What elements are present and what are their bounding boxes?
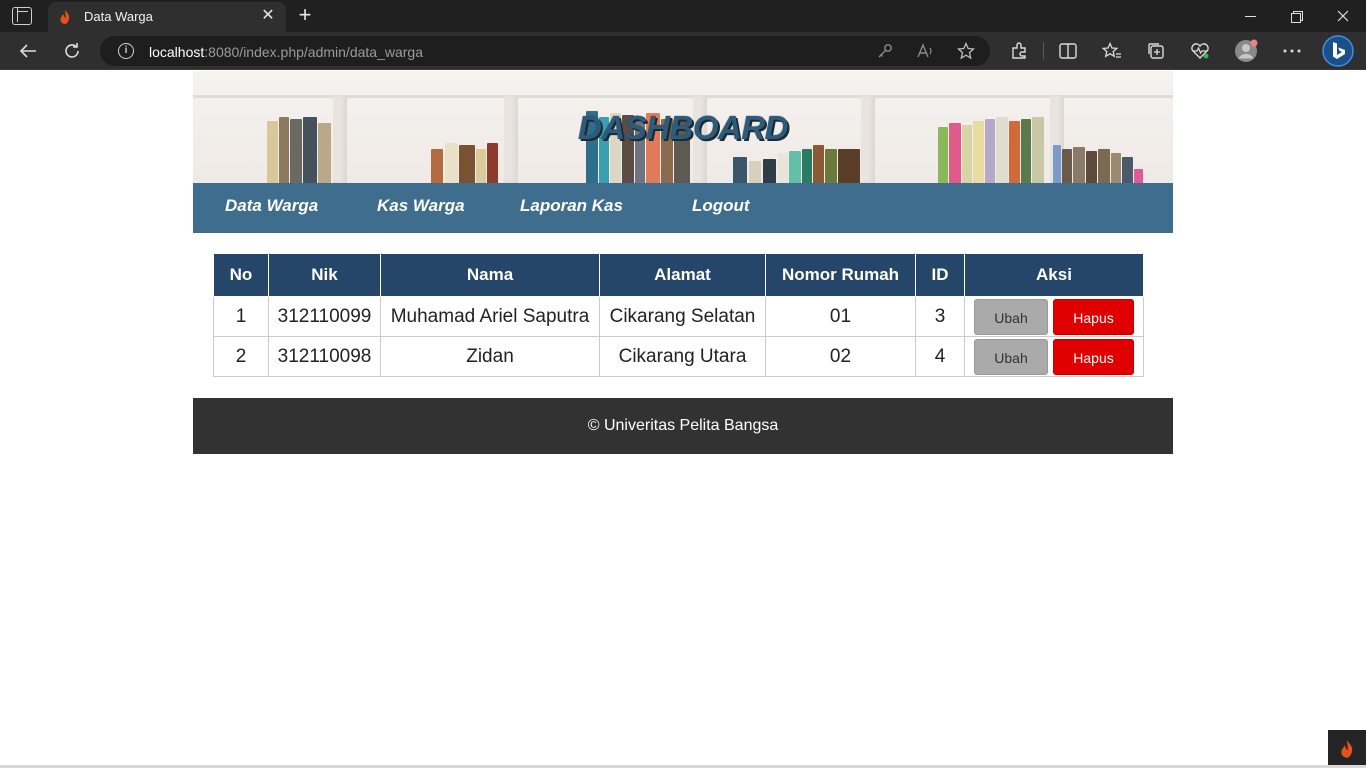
- delete-button[interactable]: Hapus: [1053, 338, 1134, 375]
- site-info-icon[interactable]: i: [118, 43, 134, 59]
- cell-no: 2: [213, 336, 269, 377]
- window-close-button[interactable]: [1320, 0, 1366, 32]
- key-icon[interactable]: [876, 42, 894, 60]
- book-decoration: [445, 143, 458, 183]
- content-container: DASHBOARD Data Warga Kas Warga Laporan K…: [193, 71, 1173, 454]
- back-arrow-icon[interactable]: [16, 39, 40, 63]
- column-header-alamat: Alamat: [599, 253, 766, 297]
- codeigniter-favicon-icon: [60, 10, 70, 24]
- book-decoration: [749, 161, 761, 183]
- close-icon: [1337, 10, 1349, 22]
- window-minimize-button[interactable]: [1228, 0, 1274, 32]
- cell-nik: 312110098: [268, 336, 381, 377]
- address-bar[interactable]: i localhost:8080/index.php/admin/data_wa…: [100, 36, 990, 66]
- collections-icon[interactable]: [1144, 39, 1168, 63]
- book-decoration: [487, 143, 498, 183]
- book-decoration: [825, 149, 837, 183]
- page-viewport: DASHBOARD Data Warga Kas Warga Laporan K…: [0, 71, 1366, 768]
- cell-id: 4: [915, 336, 965, 377]
- codeigniter-debug-toolbar-icon[interactable]: [1328, 730, 1366, 768]
- cell-nama: Zidan: [380, 336, 600, 377]
- nav-link-logout[interactable]: Logout: [692, 196, 750, 216]
- cell-no: 1: [213, 296, 269, 337]
- window-restore-button[interactable]: [1274, 0, 1320, 32]
- split-screen-icon[interactable]: [1056, 39, 1080, 63]
- cell-alamat: Cikarang Utara: [599, 336, 766, 377]
- cell-id: 3: [915, 296, 965, 337]
- column-header-id: ID: [915, 253, 965, 297]
- table-header-row: No Nik Nama Alamat Nomor Rumah ID Aksi: [213, 253, 1144, 297]
- book-decoration: [838, 149, 860, 183]
- performance-heart-icon[interactable]: [1188, 39, 1212, 63]
- cell-nomor-rumah: 02: [765, 336, 916, 377]
- book-decoration: [1134, 169, 1143, 183]
- cell-nama: Muhamad Ariel Saputra: [380, 296, 600, 337]
- nav-link-laporan-kas[interactable]: Laporan Kas: [520, 196, 623, 216]
- new-tab-icon[interactable]: +: [294, 4, 316, 26]
- refresh-icon[interactable]: [60, 39, 84, 63]
- header-banner: DASHBOARD: [193, 71, 1173, 183]
- browser-toolbar: i localhost:8080/index.php/admin/data_wa…: [0, 32, 1366, 70]
- column-header-nik: Nik: [268, 253, 381, 297]
- tab-close-icon[interactable]: ✕: [258, 6, 278, 26]
- book-decoration: [1122, 157, 1133, 183]
- flame-icon: [1341, 740, 1353, 758]
- book-decoration: [802, 149, 812, 183]
- url-host: localhost: [149, 44, 205, 60]
- book-decoration: [813, 145, 824, 183]
- book-decoration: [1053, 145, 1061, 183]
- toolbar-separator: [1043, 42, 1044, 60]
- favorite-star-icon[interactable]: [957, 42, 975, 60]
- table-row: 1 312110099 Muhamad Ariel Saputra Cikara…: [213, 296, 1144, 337]
- delete-button[interactable]: Hapus: [1053, 298, 1134, 335]
- browser-titlebar: Data Warga ✕ +: [0, 0, 1366, 32]
- book-decoration: [1073, 147, 1085, 183]
- favorites-icon[interactable]: [1100, 39, 1124, 63]
- url-path: :8080/index.php/admin/data_warga: [204, 44, 423, 60]
- main-navbar: Data Warga Kas Warga Laporan Kas Logout: [193, 183, 1173, 233]
- cell-alamat: Cikarang Selatan: [599, 296, 766, 337]
- nav-link-kas-warga[interactable]: Kas Warga: [377, 196, 465, 216]
- edit-button[interactable]: Ubah: [974, 338, 1048, 375]
- tab-title: Data Warga: [84, 9, 153, 24]
- edit-button[interactable]: Ubah: [974, 298, 1048, 335]
- cell-aksi: Ubah Hapus: [964, 336, 1144, 377]
- tab-actions-icon[interactable]: [12, 7, 32, 25]
- book-decoration: [789, 151, 801, 183]
- book-decoration: [1111, 153, 1121, 183]
- cell-nik: 312110099: [268, 296, 381, 337]
- more-options-icon[interactable]: [1280, 39, 1304, 63]
- profile-avatar-icon[interactable]: [1234, 39, 1258, 63]
- page-footer: © Univeritas Pelita Bangsa: [193, 398, 1173, 454]
- data-table-wrapper: No Nik Nama Alamat Nomor Rumah ID Aksi 1…: [213, 253, 1144, 377]
- book-decoration: [459, 145, 475, 183]
- book-decoration: [778, 153, 788, 183]
- book-decoration: [476, 149, 486, 183]
- url-text[interactable]: localhost:8080/index.php/admin/data_warg…: [149, 44, 423, 60]
- nav-link-data-warga[interactable]: Data Warga: [225, 196, 318, 216]
- table-row: 2 312110098 Zidan Cikarang Utara 02 4 Ub…: [213, 336, 1144, 377]
- bing-copilot-icon[interactable]: [1322, 35, 1354, 67]
- column-header-no: No: [213, 253, 269, 297]
- book-decoration: [1062, 149, 1072, 183]
- browser-tab-active[interactable]: Data Warga ✕: [48, 2, 286, 32]
- read-aloud-icon[interactable]: [917, 42, 935, 60]
- cell-nomor-rumah: 01: [765, 296, 916, 337]
- column-header-nama: Nama: [380, 253, 600, 297]
- book-decoration: [733, 157, 747, 183]
- extensions-icon[interactable]: [1007, 39, 1031, 63]
- column-header-nomor-rumah: Nomor Rumah: [765, 253, 916, 297]
- book-decoration: [763, 159, 776, 183]
- column-header-aksi: Aksi: [964, 253, 1144, 297]
- book-decoration: [1098, 149, 1110, 183]
- cell-aksi: Ubah Hapus: [964, 296, 1144, 337]
- book-decoration: [1086, 151, 1097, 183]
- banner-title: DASHBOARD: [578, 109, 789, 146]
- warga-table: No Nik Nama Alamat Nomor Rumah ID Aksi 1…: [213, 253, 1144, 377]
- book-decoration: [431, 149, 443, 183]
